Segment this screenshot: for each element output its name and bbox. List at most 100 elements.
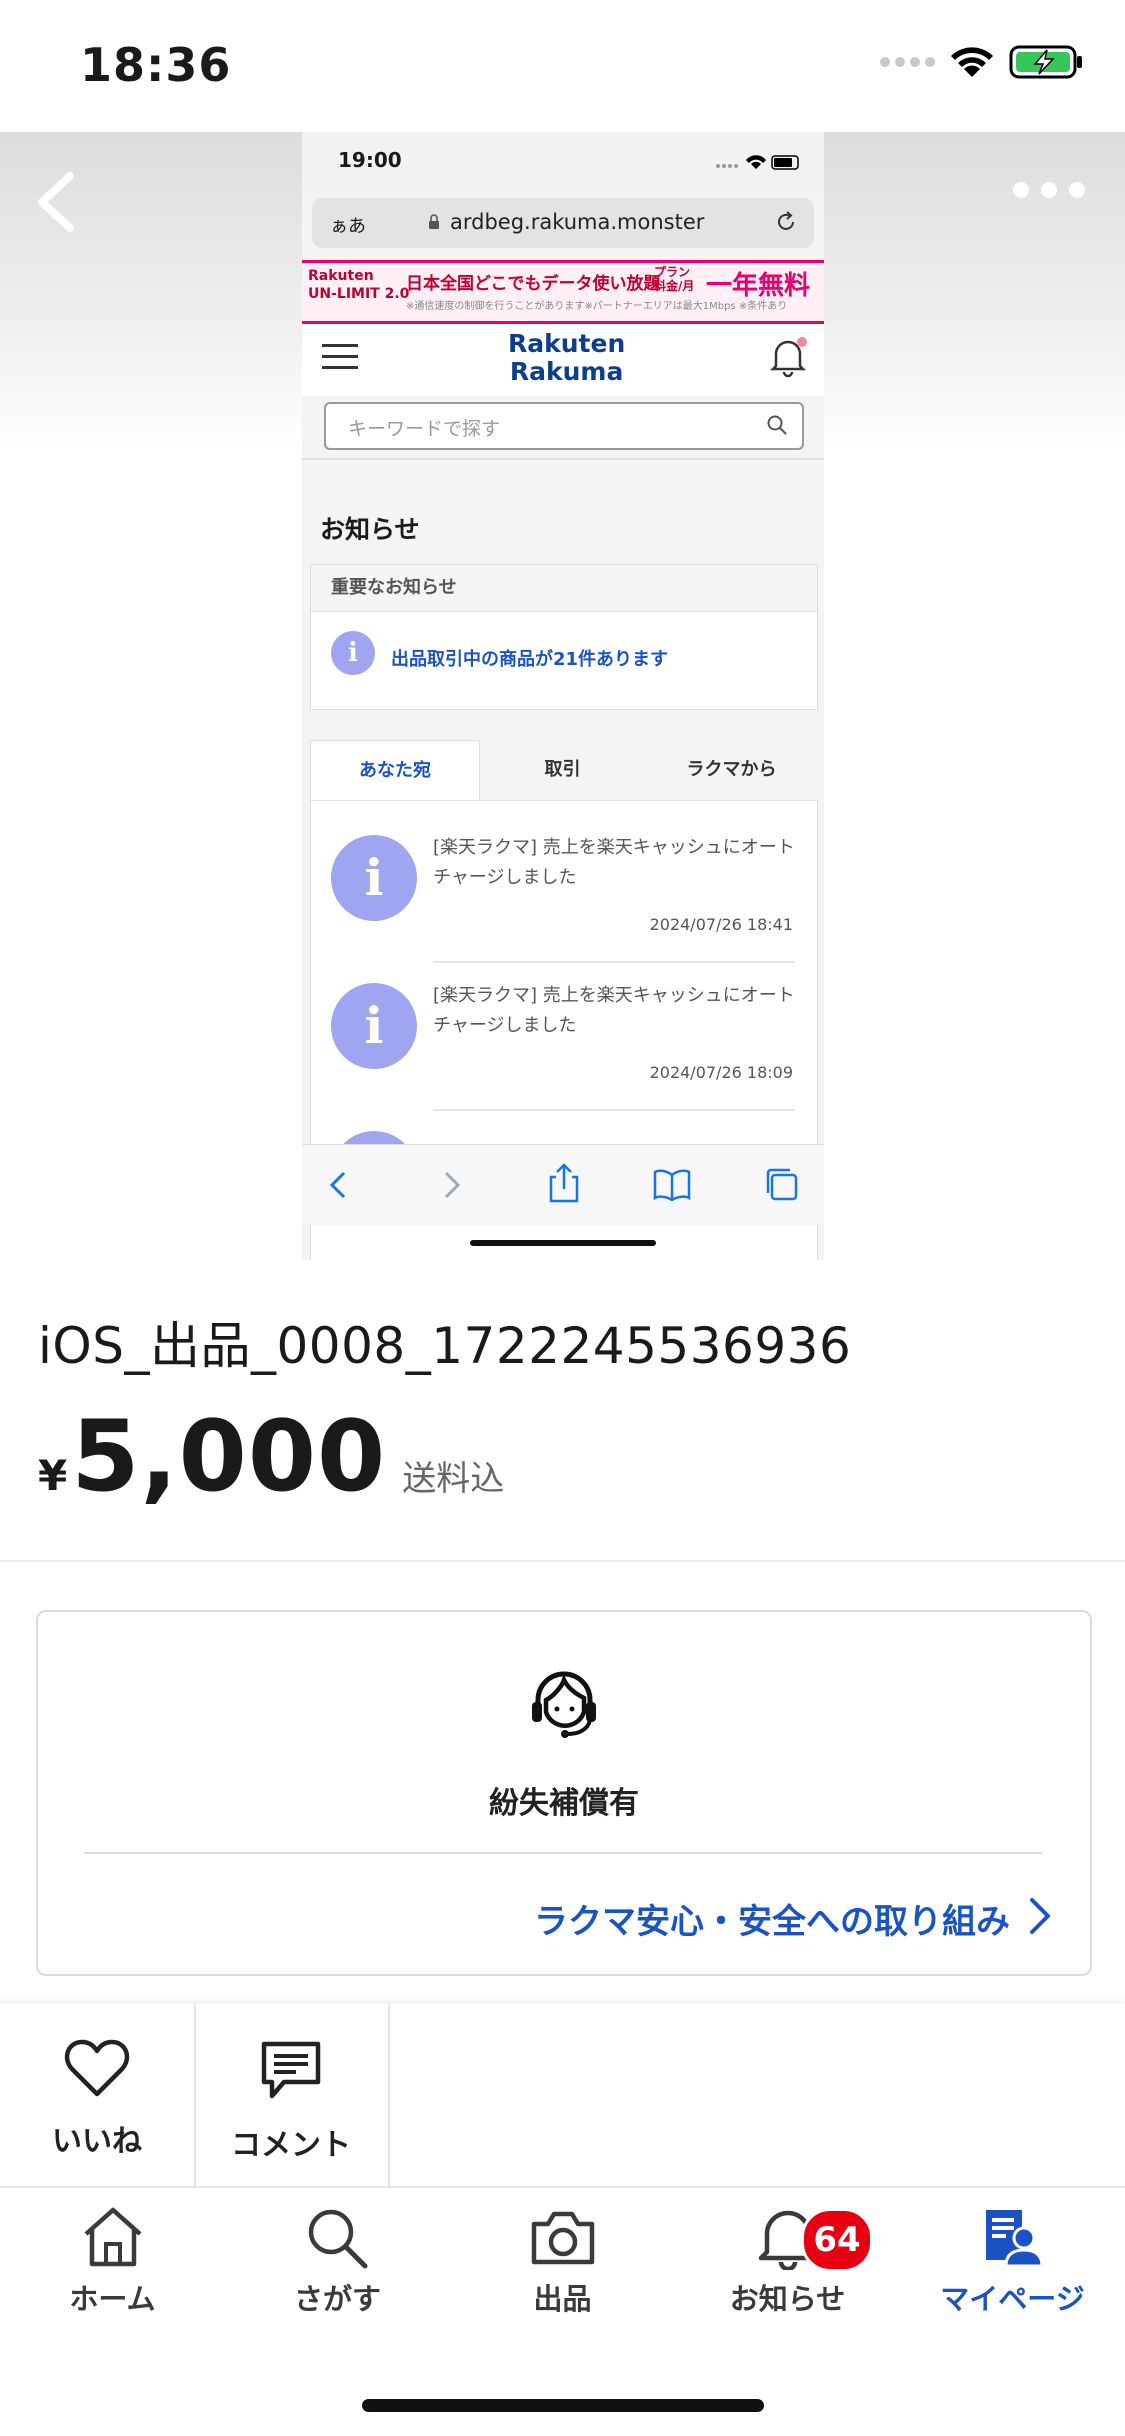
tab-mypage[interactable]: マイページ <box>900 2204 1125 2318</box>
logo-line1: Rakuten <box>508 329 626 358</box>
shot-tabs: あなた宛 取引 ラクマから <box>310 740 816 801</box>
shot-url: ardbeg.rakuma.monster <box>450 210 705 234</box>
ad-brand-line2: UN-LIMIT 2.0 <box>308 286 410 302</box>
shot-page-title: お知らせ <box>320 515 420 544</box>
back-chevron-icon[interactable] <box>20 162 90 242</box>
tab-search-label: さがす <box>293 2282 381 2316</box>
ad-plan: プラン 料金/月 <box>654 265 694 293</box>
status-time: 18:36 <box>80 38 232 92</box>
shot-item-separator <box>433 1109 795 1111</box>
shipping-label: 送料込 <box>402 1459 505 1499</box>
home-indicator <box>362 2399 764 2412</box>
camera-icon <box>531 2211 594 2265</box>
shot-bell-icon <box>769 337 807 378</box>
shot-header: Rakuten Rakuma <box>302 324 824 396</box>
shot-search-box: キーワードで探す <box>324 402 804 450</box>
lock-icon <box>429 214 439 229</box>
shot-safari-toolbar <box>302 1144 824 1225</box>
reload-icon <box>778 211 794 230</box>
safety-link[interactable]: ラクマ安心・安全への取り組み <box>534 1894 1010 1943</box>
battery-icon <box>1009 45 1082 79</box>
shot-item-separator <box>433 961 795 963</box>
ad-main: 日本全国どこでもデータ使い放題 <box>406 274 661 294</box>
price-currency: ¥ <box>38 1451 68 1500</box>
shot-item-line2: チャージしました <box>433 1015 577 1036</box>
more-icon[interactable] <box>1013 182 1085 198</box>
comment-icon <box>261 2041 321 2099</box>
shot-item-text: [楽天ラクマ] 売上を楽天キャッシュにオート チャージしました <box>433 833 803 893</box>
shot-aa: ぁあ <box>330 216 366 237</box>
home-icon <box>84 2207 141 2267</box>
shot-status-icons <box>716 155 799 170</box>
shot-url-bar: ぁあ ardbeg.rakuma.monster <box>312 198 814 248</box>
tab-search[interactable]: さがす <box>225 2204 450 2318</box>
ad-brand-line1: Rakuten <box>308 268 374 284</box>
shot-ad-banner: Rakuten UN-LIMIT 2.0 日本全国どこでもデータ使い放題 ※通信… <box>302 260 824 324</box>
tab-sell-label: 出品 <box>533 2282 592 2316</box>
hamburger-icon <box>322 344 358 377</box>
shot-important-header: 重要なお知らせ <box>311 565 817 612</box>
screenshot-image: 19:00 ぁあ ardbeg.rakuma.monster Rakuten U… <box>302 132 824 1260</box>
status-icons <box>880 44 1085 80</box>
section-divider <box>0 1560 1125 1562</box>
shot-status-bar: 19:00 <box>302 132 824 192</box>
like-label: いいね <box>52 2124 142 2159</box>
tab-notifications[interactable]: 64 お知らせ <box>675 2204 900 2318</box>
product-title: iOS_出品_0008_1722245536936 <box>38 1317 852 1375</box>
shot-share-icon <box>549 1163 579 1203</box>
heart-icon <box>64 2039 130 2097</box>
tab-notifications-label: お知らせ <box>729 2282 846 2316</box>
chevron-right-icon[interactable] <box>1024 1894 1054 1938</box>
like-button[interactable]: いいね <box>0 2004 196 2186</box>
shot-important-card: 重要なお知らせ i 出品取引中の商品が21件あります <box>310 564 818 710</box>
logo-line2: Rakuma <box>509 357 624 386</box>
tab-home[interactable]: ホーム <box>0 2204 225 2318</box>
shot-search-placeholder: キーワードで探す <box>348 418 501 440</box>
shot-item-text: [楽天ラクマ] 売上を楽天キャッシュにオート チャージしました <box>433 981 803 1041</box>
support-agent-icon <box>532 1671 596 1738</box>
cellular-icon <box>880 57 935 67</box>
info-icon: i <box>331 983 417 1069</box>
ad-plan-line1: プラン <box>654 265 691 279</box>
shot-bookmarks-icon <box>653 1169 691 1202</box>
search-icon <box>308 2209 367 2269</box>
shot-home-indicator <box>470 1240 656 1246</box>
shot-item-line1: [楽天ラクマ] 売上を楽天キャッシュにオート <box>433 985 795 1006</box>
product-image[interactable]: 19:00 ぁあ ardbeg.rakuma.monster Rakuten U… <box>0 132 1125 1260</box>
safety-card: 紛失補償有 ラクマ安心・安全への取り組み <box>36 1610 1092 1976</box>
shot-item-line2: チャージしました <box>433 867 577 888</box>
shot-time: 19:00 <box>338 148 402 172</box>
ad-brand: Rakuten UN-LIMIT 2.0 <box>308 267 409 303</box>
ad-plan-line2: 料金/月 <box>654 279 695 293</box>
shot-forward-icon <box>444 1171 461 1199</box>
shot-item-line1: [楽天ラクマ] 売上を楽天キャッシュにオート <box>433 837 795 858</box>
info-icon: i <box>331 835 417 921</box>
info-icon: i <box>331 631 375 675</box>
shot-tabs-icon <box>766 1168 798 1201</box>
tab-sell[interactable]: 出品 <box>450 2204 675 2318</box>
notification-badge: 64 <box>801 2208 873 2272</box>
ad-big: 一年無料 <box>706 271 811 301</box>
comment-label: コメント <box>231 2128 351 2163</box>
shot-tab-trade: 取引 <box>544 759 581 780</box>
shot-important-text: 出品取引中の商品が21件あります <box>391 649 669 670</box>
price-value: 5,000 <box>71 1400 387 1514</box>
rakuma-logo: Rakuten Rakuma <box>508 330 625 386</box>
comment-button[interactable]: コメント <box>194 2004 390 2186</box>
price-row: ¥ 5,000 送料込 <box>38 1400 504 1514</box>
shot-back-icon <box>329 1171 346 1199</box>
action-bar: いいね コメント <box>0 2004 1125 2188</box>
status-bar: 18:36 <box>0 0 1125 132</box>
shot-tab-mine: あなた宛 <box>310 740 480 801</box>
tab-home-label: ホーム <box>69 2282 156 2316</box>
shot-search-icon <box>767 415 787 435</box>
shot-tab-rakuma: ラクマから <box>686 759 777 780</box>
shot-divider <box>302 458 824 460</box>
safety-label: 紛失補償有 <box>489 1786 639 1821</box>
mypage-icon <box>985 2210 1044 2268</box>
wifi-icon <box>951 47 993 77</box>
safety-divider <box>84 1852 1042 1854</box>
shot-item-date: 2024/07/26 18:41 <box>649 915 793 934</box>
shot-item-date: 2024/07/26 18:09 <box>649 1063 793 1082</box>
tab-mypage-label: マイページ <box>940 2282 1085 2316</box>
